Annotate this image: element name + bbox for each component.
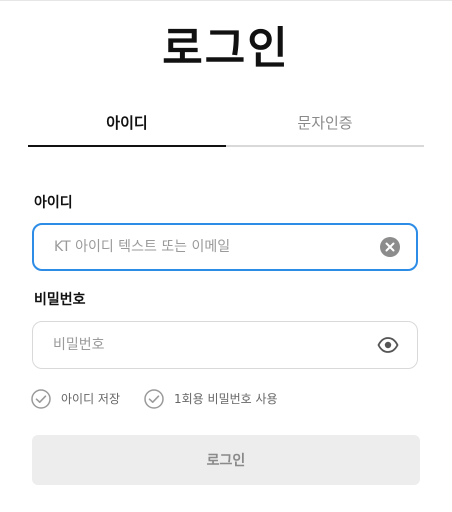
one-time-password-label: 1회용 비밀번호 사용 (174, 392, 278, 406)
clear-icon[interactable] (380, 237, 400, 257)
login-button[interactable]: 로그인 (32, 435, 420, 485)
save-id-option[interactable]: 아이디 저장 (31, 388, 131, 412)
tab-sms-auth[interactable]: 문자인증 (226, 112, 424, 146)
id-field-container (32, 223, 418, 271)
tabs-underline (28, 145, 424, 147)
id-input[interactable] (54, 225, 364, 269)
page-title: 로그인 (162, 23, 290, 74)
save-id-label: 아이디 저장 (61, 392, 121, 406)
password-field-container (32, 321, 418, 369)
tab-id[interactable]: 아이디 (28, 112, 226, 146)
one-time-password-option[interactable]: 1회용 비밀번호 사용 (144, 388, 304, 412)
password-field-label: 비밀번호 (34, 292, 86, 308)
id-field-label: 아이디 (34, 195, 73, 211)
check-circle-icon[interactable] (144, 389, 164, 409)
login-tabs: 아이디 문자인증 (28, 112, 424, 146)
check-circle-icon[interactable] (31, 389, 51, 409)
eye-icon[interactable] (377, 336, 399, 354)
top-divider (0, 0, 452, 1)
password-input[interactable] (53, 322, 363, 368)
active-tab-indicator (28, 145, 226, 147)
